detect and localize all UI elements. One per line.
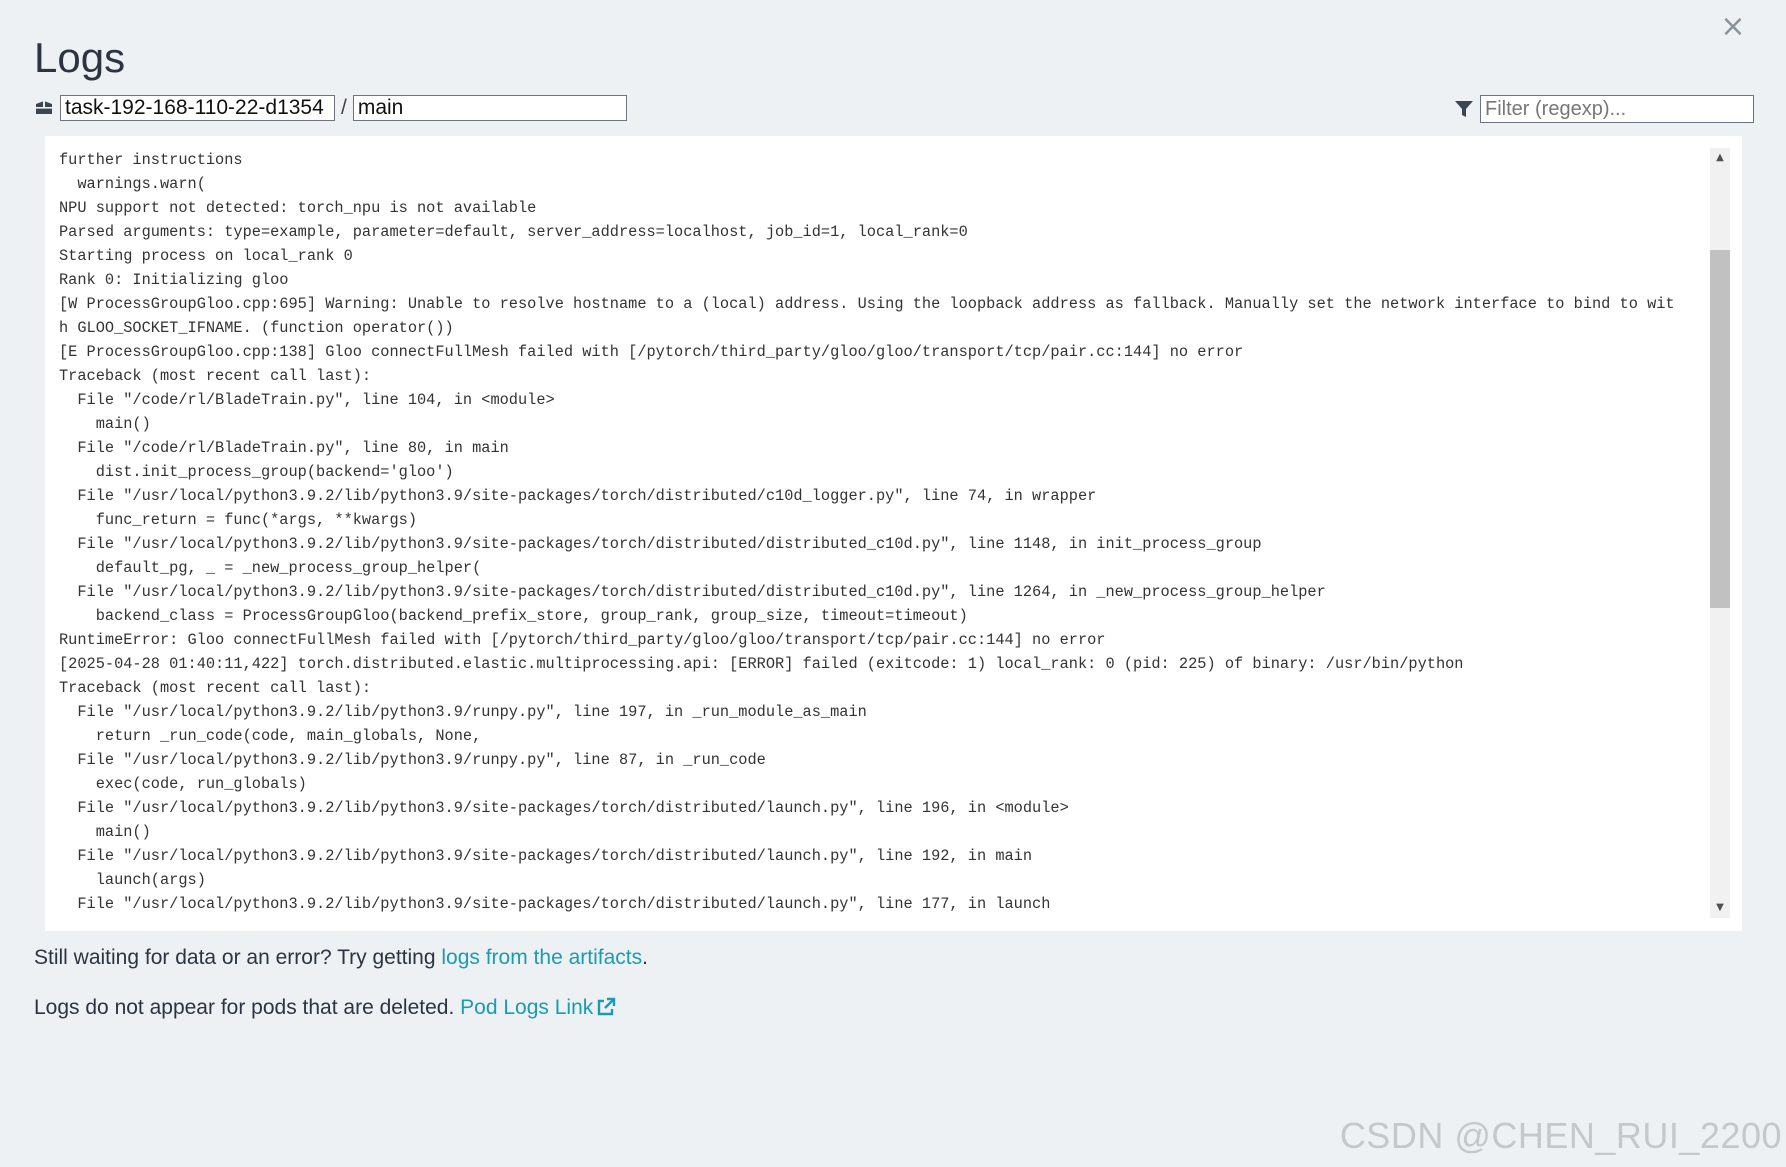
scroll-down-icon[interactable]: ▼ (1710, 898, 1730, 918)
log-line: Parsed arguments: type=example, paramete… (59, 223, 968, 241)
log-line: File "/usr/local/python3.9.2/lib/python3… (59, 703, 867, 721)
log-line: Rank 0: Initializing gloo (59, 271, 289, 289)
log-line: return _run_code(code, main_globals, Non… (59, 727, 482, 745)
log-line: h GLOO_SOCKET_IFNAME. (function operator… (59, 319, 454, 337)
log-line: func_return = func(*args, **kwargs) (59, 511, 418, 529)
log-line: RuntimeError: Gloo connectFullMesh faile… (59, 631, 1106, 649)
deleted-pods-note: Logs do not appear for pods that are del… (34, 996, 616, 1020)
log-line: main() (59, 823, 151, 841)
pod-container-selector: / (34, 95, 627, 121)
artifacts-note-suffix: . (642, 946, 648, 969)
log-line: exec(code, run_globals) (59, 775, 307, 793)
log-line: Traceback (most recent call last): (59, 367, 372, 385)
log-line: File "/code/rl/BladeTrain.py", line 80, … (59, 439, 509, 457)
close-button[interactable]: × (1718, 12, 1748, 42)
external-link-icon (598, 997, 616, 1016)
log-line: File "/usr/local/python3.9.2/lib/python3… (59, 487, 1097, 505)
filter-input[interactable] (1480, 95, 1754, 123)
watermark: CSDN @CHEN_RUI_2200 (1339, 1115, 1782, 1156)
artifacts-logs-link[interactable]: logs from the artifacts (441, 946, 642, 969)
log-line: File "/code/rl/BladeTrain.py", line 104,… (59, 391, 555, 409)
scroll-thumb[interactable] (1710, 250, 1730, 608)
page-title: Logs (34, 34, 126, 81)
deleted-pods-note-text: Logs do not appear for pods that are del… (34, 996, 461, 1019)
log-line: Starting process on local_rank 0 (59, 247, 353, 265)
pod-logs-link[interactable]: Pod Logs Link (460, 996, 616, 1019)
path-separator: / (341, 96, 347, 119)
log-line: NPU support not detected: torch_npu is n… (59, 199, 537, 217)
log-line: File "/usr/local/python3.9.2/lib/python3… (59, 751, 766, 769)
log-viewer[interactable]: further instructions warnings.warn( NPU s… (59, 148, 1719, 918)
pod-logs-link-label: Pod Logs Link (460, 996, 594, 1019)
log-line: Traceback (most recent call last): (59, 679, 372, 697)
log-line: File "/usr/local/python3.9.2/lib/python3… (59, 583, 1326, 601)
log-line: [W ProcessGroupGloo.cpp:695] Warning: Un… (59, 295, 1675, 313)
close-icon: × (1720, 9, 1746, 44)
box-icon (36, 101, 52, 114)
log-line: File "/usr/local/python3.9.2/lib/python3… (59, 535, 1262, 553)
container-select[interactable] (352, 95, 627, 121)
artifacts-note: Still waiting for data or an error? Try … (34, 946, 648, 970)
pod-select[interactable] (60, 95, 335, 121)
log-line: [2025-04-28 01:40:11,422] torch.distribu… (59, 655, 1464, 673)
log-line: launch(args) (59, 871, 206, 889)
log-scrollbar[interactable]: ▲ ▼ (1710, 148, 1730, 918)
log-line: further instructions (59, 151, 243, 169)
log-line: File "/usr/local/python3.9.2/lib/python3… (59, 799, 1069, 817)
log-line: [E ProcessGroupGloo.cpp:138] Gloo connec… (59, 343, 1244, 361)
filter-icon (1455, 101, 1473, 117)
log-line: default_pg, _ = _new_process_group_helpe… (59, 559, 482, 577)
log-line: backend_class = ProcessGroupGloo(backend… (59, 607, 968, 625)
log-line: dist.init_process_group(backend='gloo') (59, 463, 454, 481)
log-panel: further instructions warnings.warn( NPU s… (45, 136, 1742, 931)
scroll-up-icon[interactable]: ▲ (1710, 148, 1730, 168)
filter-box (1454, 95, 1754, 123)
log-line: File "/usr/local/python3.9.2/lib/python3… (59, 895, 1051, 913)
artifacts-note-text: Still waiting for data or an error? Try … (34, 946, 442, 969)
log-line: main() (59, 415, 151, 433)
log-line: warnings.warn( (59, 175, 206, 193)
log-line: File "/usr/local/python3.9.2/lib/python3… (59, 847, 1033, 865)
